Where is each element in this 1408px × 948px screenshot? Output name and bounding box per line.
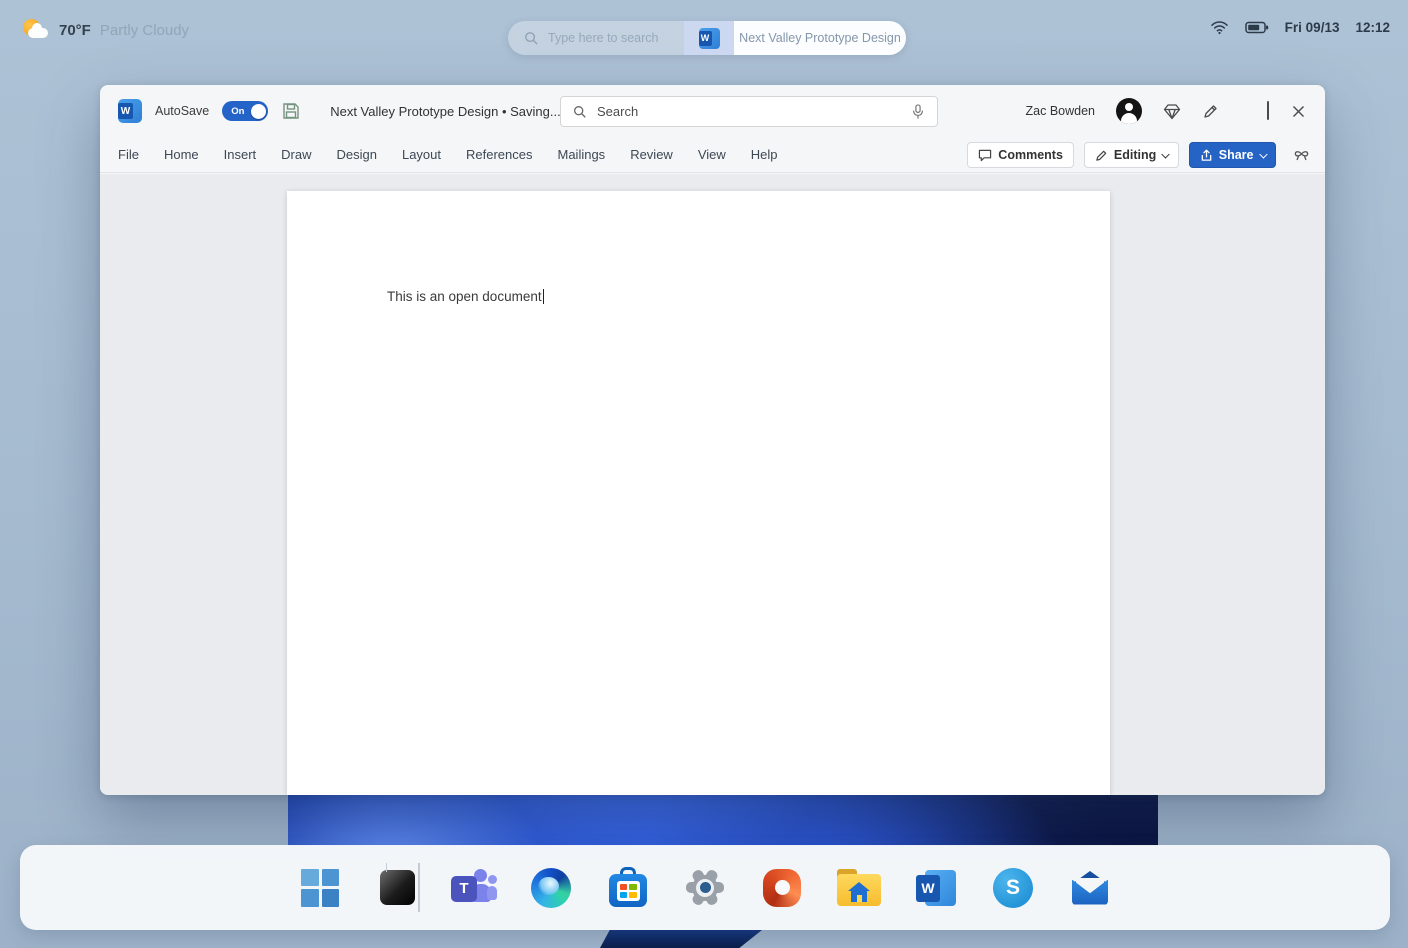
dark-square-app-icon bbox=[379, 863, 420, 912]
word-titlebar: W AutoSave On Next Valley Prototype Desi… bbox=[100, 85, 1325, 137]
comments-button[interactable]: Comments bbox=[967, 142, 1074, 168]
document-text-line[interactable]: This is an open document bbox=[387, 289, 544, 304]
document-text: This is an open document bbox=[387, 289, 542, 304]
autosave-state: On bbox=[231, 105, 245, 117]
text-cursor bbox=[542, 289, 544, 304]
dock-item-edge[interactable] bbox=[528, 865, 574, 911]
comment-icon bbox=[978, 149, 992, 162]
desktop-search-input[interactable]: Type here to search bbox=[508, 21, 684, 55]
system-tray[interactable]: Fri 09/13 12:12 bbox=[1210, 20, 1390, 35]
settings-gear-icon bbox=[684, 867, 726, 909]
dock-item-word[interactable]: W bbox=[913, 865, 959, 911]
desktop-top-bar: 70°F Partly Cloudy Type here to search W… bbox=[0, 0, 1408, 70]
titlebar-left-group: W AutoSave On Next Valley Prototype Desi… bbox=[118, 99, 594, 123]
tab-home[interactable]: Home bbox=[164, 147, 199, 162]
dock-item-start[interactable] bbox=[297, 865, 343, 911]
tab-mailings[interactable]: Mailings bbox=[558, 147, 606, 162]
editing-label: Editing bbox=[1113, 148, 1157, 162]
ribbon-tabs: File Home Insert Draw Design Layout Refe… bbox=[118, 147, 778, 162]
dock-item-store[interactable] bbox=[605, 865, 651, 911]
pen-icon[interactable] bbox=[1202, 103, 1219, 120]
dock-item-skype[interactable]: S bbox=[990, 865, 1036, 911]
avatar[interactable] bbox=[1116, 98, 1142, 124]
tab-view[interactable]: View bbox=[698, 147, 726, 162]
teams-icon: T bbox=[451, 868, 497, 907]
dock-item-teams[interactable]: T bbox=[451, 865, 497, 911]
share-button[interactable]: Share bbox=[1188, 142, 1276, 168]
chevron-down-icon bbox=[1161, 150, 1170, 159]
close-button[interactable] bbox=[1292, 105, 1305, 118]
toggle-knob bbox=[250, 103, 266, 119]
ribbon-tab-bar: File Home Insert Draw Design Layout Refe… bbox=[100, 137, 1325, 173]
office-icon bbox=[763, 868, 801, 907]
wifi-icon[interactable] bbox=[1210, 20, 1229, 35]
tray-time[interactable]: 12:12 bbox=[1355, 20, 1390, 35]
search-icon bbox=[573, 105, 587, 119]
taskbar-running-app-button[interactable]: W bbox=[684, 21, 734, 55]
comments-label: Comments bbox=[998, 148, 1063, 162]
word-search-placeholder: Search bbox=[597, 104, 639, 119]
microsoft-store-icon bbox=[609, 867, 647, 908]
desktop-search-placeholder: Type here to search bbox=[548, 31, 659, 45]
document-canvas-area: This is an open document bbox=[100, 174, 1325, 795]
wallpaper-bloom bbox=[288, 794, 1158, 846]
weather-widget[interactable]: 70°F Partly Cloudy bbox=[22, 18, 189, 42]
microphone-icon[interactable] bbox=[911, 103, 925, 120]
dock-item-office[interactable] bbox=[759, 865, 805, 911]
word-app-icon: W bbox=[118, 99, 142, 123]
tab-file[interactable]: File bbox=[118, 147, 139, 162]
taskbar-running-app-label[interactable]: Next Valley Prototype Design bbox=[734, 21, 906, 55]
dock-item-settings[interactable] bbox=[682, 865, 728, 911]
edge-icon bbox=[531, 867, 571, 908]
search-icon bbox=[524, 31, 539, 46]
taskbar-pill: Type here to search W Next Valley Protot… bbox=[508, 21, 906, 55]
ribbon-right-controls: Comments Editing Share bbox=[967, 137, 1311, 173]
diamond-icon[interactable] bbox=[1163, 103, 1181, 120]
dock: T W S bbox=[20, 845, 1390, 930]
autosave-toggle[interactable]: On bbox=[222, 101, 269, 121]
word-search-box[interactable]: Search bbox=[560, 96, 938, 127]
skype-icon: S bbox=[993, 867, 1033, 908]
share-icon bbox=[1200, 149, 1213, 162]
file-explorer-icon bbox=[837, 869, 881, 906]
dock-item-mail[interactable] bbox=[1067, 865, 1113, 911]
share-label: Share bbox=[1218, 148, 1254, 162]
window-controls bbox=[1244, 101, 1305, 120]
chevron-down-icon bbox=[1259, 150, 1267, 159]
tab-draw[interactable]: Draw bbox=[281, 147, 311, 162]
dock-item-file-explorer[interactable] bbox=[836, 865, 882, 911]
maximize-button[interactable] bbox=[1267, 101, 1269, 120]
windows-logo-icon bbox=[301, 868, 339, 907]
dock-item-dark-app[interactable] bbox=[374, 863, 420, 912]
word-window: W AutoSave On Next Valley Prototype Desi… bbox=[100, 85, 1325, 795]
wallpaper-bloom-under-dock bbox=[600, 930, 762, 948]
tab-help[interactable]: Help bbox=[751, 147, 778, 162]
editing-mode-button[interactable]: Editing bbox=[1083, 142, 1179, 168]
autosave-label: AutoSave bbox=[155, 104, 210, 118]
tab-layout[interactable]: Layout bbox=[402, 147, 441, 162]
document-page[interactable]: This is an open document bbox=[287, 191, 1110, 795]
tab-review[interactable]: Review bbox=[630, 147, 673, 162]
document-title[interactable]: Next Valley Prototype Design • Saving... bbox=[330, 104, 560, 119]
mail-icon bbox=[1070, 870, 1110, 905]
user-name[interactable]: Zac Bowden bbox=[1026, 104, 1095, 118]
battery-icon[interactable] bbox=[1244, 21, 1269, 34]
sun-cloud-icon bbox=[22, 18, 50, 42]
word-icon: W bbox=[698, 27, 720, 49]
word-icon: W bbox=[916, 868, 956, 908]
ribbon-bow-icon[interactable] bbox=[1292, 147, 1311, 163]
tab-references[interactable]: References bbox=[466, 147, 532, 162]
weather-temperature: 70°F bbox=[59, 21, 91, 39]
pencil-icon bbox=[1095, 149, 1108, 162]
titlebar-right-group: Zac Bowden bbox=[1026, 85, 1305, 137]
tray-date[interactable]: Fri 09/13 bbox=[1285, 20, 1340, 35]
tab-insert[interactable]: Insert bbox=[224, 147, 257, 162]
weather-condition: Partly Cloudy bbox=[99, 21, 190, 39]
tab-design[interactable]: Design bbox=[337, 147, 377, 162]
save-icon[interactable] bbox=[281, 101, 301, 121]
